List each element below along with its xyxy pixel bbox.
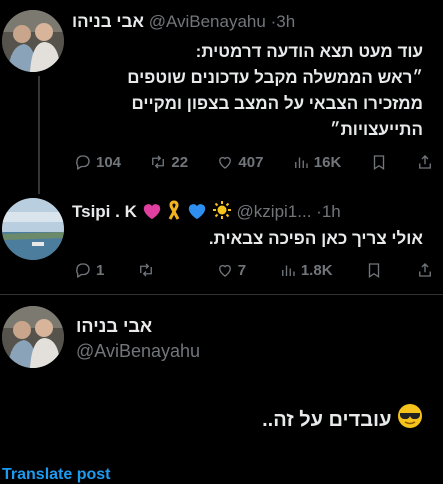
heart-icon	[218, 264, 231, 277]
tweet-line: עוד מעט תצא הודעה דרמטית:	[195, 42, 423, 61]
tweet-header: אבי בניהו @AviBenayahu ·3h	[72, 12, 295, 32]
like-count: 7	[237, 261, 247, 279]
heart-emoji-icon	[187, 202, 207, 225]
reply-count: 1	[96, 261, 105, 279]
retweet-icon	[152, 155, 165, 169]
retweet-icon	[140, 263, 152, 277]
translate-post-link[interactable]: Translate post	[2, 466, 110, 484]
avatar-photo	[2, 306, 64, 368]
share-icon	[419, 263, 431, 277]
views-button[interactable]: 1.8K	[279, 261, 333, 279]
tweet-line: ממזכירו הצבאי על המצב בצפון ומקיים	[131, 94, 423, 113]
like-count: 407	[238, 153, 264, 171]
views-button[interactable]: 16K	[292, 153, 342, 171]
avatar[interactable]	[2, 306, 64, 368]
share-button[interactable]	[416, 261, 434, 279]
avatar[interactable]	[2, 10, 64, 72]
yellow-ribbon-icon	[166, 200, 182, 225]
like-button[interactable]: 7	[216, 261, 246, 279]
user-handle[interactable]: @AviBenayahu	[149, 12, 266, 31]
post-time[interactable]: 1h	[322, 202, 341, 221]
share-button[interactable]	[416, 153, 434, 171]
reply-count: 104	[96, 153, 122, 171]
divider	[0, 294, 443, 295]
tweet-text: אולי צריך כאן הפיכה צבאית.	[208, 229, 423, 248]
avatar[interactable]	[2, 198, 64, 260]
heart-emoji-icon	[142, 202, 162, 225]
user-handle[interactable]: @AviBenayahu	[76, 341, 200, 362]
reply-icon	[76, 263, 90, 278]
action-bar: 104 22 407 16K	[74, 150, 434, 174]
views-icon	[294, 157, 308, 168]
display-name[interactable]: אבי בניהו	[72, 12, 144, 31]
like-button[interactable]: 407	[216, 153, 263, 171]
bookmark-icon	[373, 155, 384, 171]
post-time[interactable]: 3h	[276, 12, 295, 31]
user-handle[interactable]: @kzipi1...	[237, 202, 312, 221]
reply-button[interactable]: 104	[74, 153, 121, 171]
avatar-photo	[2, 198, 64, 260]
avatar-photo	[2, 10, 64, 72]
bookmark-icon	[369, 263, 380, 279]
bookmark-button[interactable]	[370, 153, 388, 171]
bookmark-button[interactable]	[365, 261, 383, 279]
tweet-text: עובדים על זה..	[262, 403, 423, 435]
action-bar: 1 7 1.8K	[74, 258, 434, 282]
display-name[interactable]: Tsipi . K	[72, 202, 137, 221]
tweet-header: Tsipi . K @kzipi1... ·1h	[72, 200, 341, 225]
sunglasses-emoji-icon	[397, 403, 423, 435]
views-icon	[281, 265, 295, 276]
reply-icon	[76, 155, 90, 170]
view-count: 16K	[313, 153, 342, 171]
thread-line	[38, 76, 40, 194]
retweet-count: 22	[171, 153, 189, 171]
heart-icon	[219, 156, 232, 169]
reply-button[interactable]: 1	[74, 261, 104, 279]
sun-icon	[212, 200, 232, 225]
tweet-line: ״ראש הממשלה מקבל עדכונים שוטפים	[127, 68, 423, 87]
display-name[interactable]: אבי בניהו	[76, 316, 152, 337]
view-count: 1.8K	[300, 261, 333, 279]
retweet-button[interactable]	[137, 261, 183, 279]
tweet-text: עוד מעט תצא הודעה דרמטית: ״ראש הממשלה מק…	[63, 39, 423, 143]
tweet-line: התייעצויות״	[329, 120, 423, 139]
retweet-button[interactable]: 22	[149, 153, 188, 171]
tweet-text-content: עובדים על זה..	[262, 409, 392, 431]
share-icon	[419, 155, 431, 169]
